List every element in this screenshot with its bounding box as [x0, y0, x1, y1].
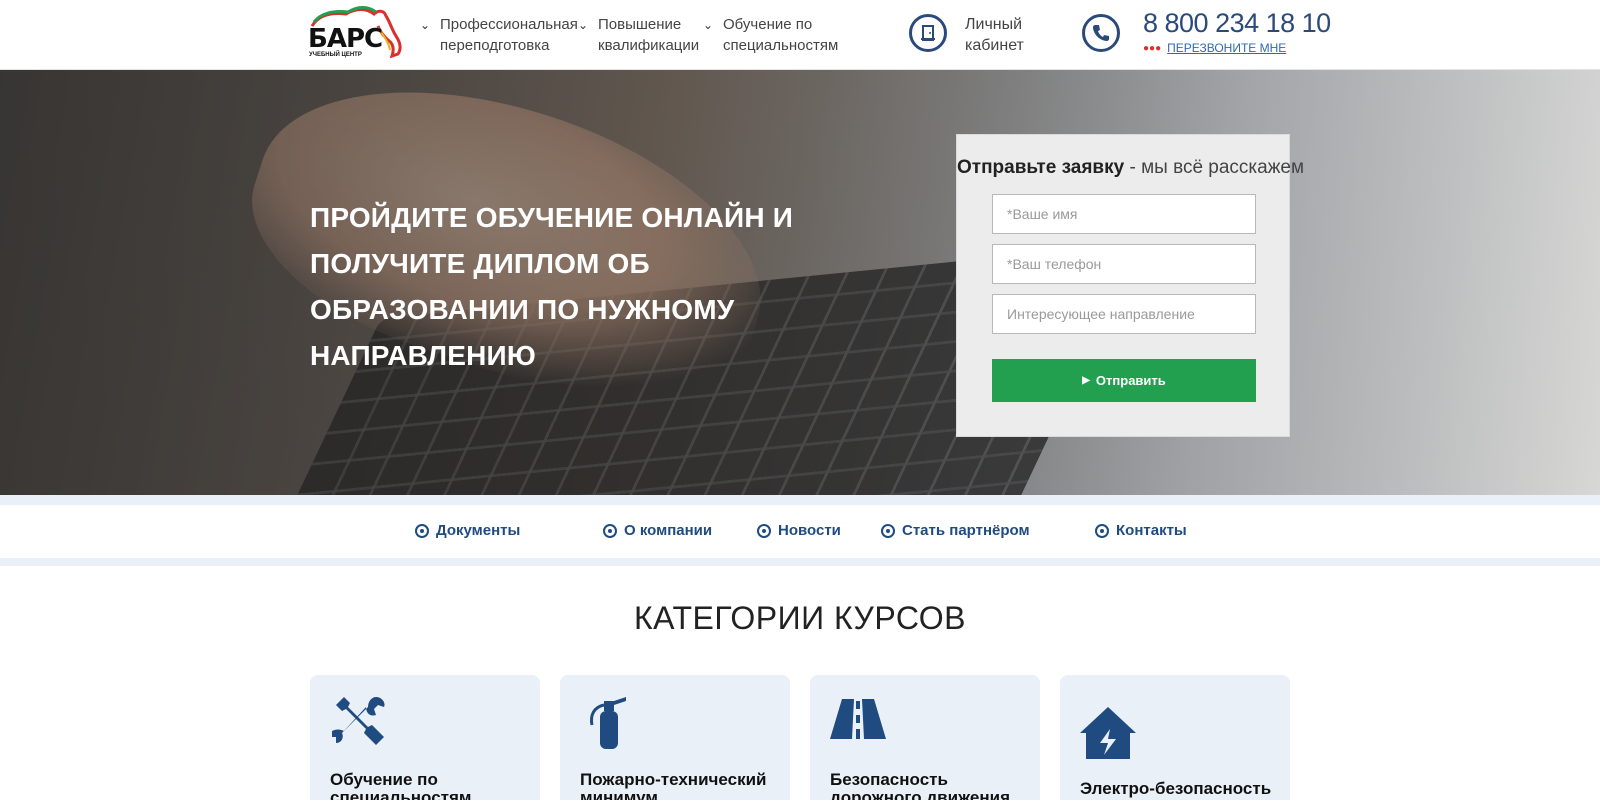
nav-label-line1: Обучение по: [723, 16, 813, 33]
category-line: Электро-безопасность: [1080, 779, 1272, 798]
chevron-down-icon: ⌄: [578, 18, 589, 32]
bullet-circle-icon: [415, 523, 429, 538]
logo-text: БАРС: [308, 24, 383, 54]
subnav-label: Контакты: [1116, 522, 1187, 539]
submit-label: Отправить: [1095, 373, 1166, 388]
bullet-circle-icon: [1095, 523, 1109, 538]
nav-label-line2: переподготовка: [440, 37, 550, 54]
nav-label-line2: специальностям: [723, 37, 839, 54]
fire-extinguisher-icon: [590, 697, 626, 749]
direction-input[interactable]: [992, 294, 1256, 334]
secondary-nav: Документы О компании Новости Стать партн…: [0, 505, 1600, 558]
category-card-specialty[interactable]: Обучение по специальностям: [310, 675, 540, 800]
bullet-circle-icon: [603, 523, 617, 538]
bullet-circle-icon: [881, 523, 895, 538]
category-line: Пожарно-технический: [580, 770, 767, 789]
logo-subtitle: УЧЕБНЫЙ ЦЕНТР: [309, 52, 362, 58]
chevron-down-icon: ⌄: [703, 18, 714, 32]
site-header: БАРС УЧЕБНЫЙ ЦЕНТР ⌄ Профессиональная пер…: [0, 0, 1600, 70]
road-icon: [830, 699, 886, 739]
subnav-bottom-band: [0, 558, 1600, 566]
form-title: Отправьте заявку - мы всё расскажем: [957, 157, 1304, 179]
chevron-down-icon: ⌄: [420, 18, 431, 32]
category-label: Пожарно-технический минимум: [580, 771, 780, 800]
nav-qualification-upgrade[interactable]: ⌄ Повышение квалификации: [578, 14, 699, 56]
callback-link[interactable]: ПЕРЕЗВОНИТЕ МНЕ: [1167, 41, 1286, 55]
form-title-rest: - мы всё расскажем: [1124, 157, 1305, 178]
hero-title-line: НАПРАВЛЕНИЮ: [310, 340, 536, 371]
cabinet-label-line1: Личный: [965, 16, 1023, 33]
subnav-news[interactable]: Новости: [757, 522, 841, 539]
category-card-road-safety[interactable]: Безопасность дорожного движения: [810, 675, 1040, 800]
hero-title-line: ПОЛУЧИТЕ ДИПЛОМ ОБ: [310, 248, 650, 279]
category-card-electrical-safety[interactable]: Электро-безопасность: [1060, 675, 1290, 800]
subnav-label: Стать партнёром: [902, 522, 1030, 539]
logo[interactable]: БАРС УЧЕБНЫЙ ЦЕНТР: [308, 6, 404, 60]
subnav-about[interactable]: О компании: [603, 522, 712, 539]
phone-icon[interactable]: [1082, 14, 1120, 52]
subnav-partner[interactable]: Стать партнёром: [881, 522, 1030, 539]
nav-label-line2: квалификации: [598, 37, 700, 54]
category-line: минимум: [580, 788, 658, 800]
phone-number[interactable]: 8 800 234 18 10: [1143, 8, 1331, 39]
tools-icon: [332, 697, 385, 745]
personal-cabinet-icon[interactable]: [909, 14, 947, 52]
category-line: дорожного движения: [830, 788, 1011, 800]
hero-title-line: ОБРАЗОВАНИИ ПО НУЖНОМУ: [310, 294, 735, 325]
category-card-fire-safety[interactable]: Пожарно-технический минимум: [560, 675, 790, 800]
category-line: Обучение по: [330, 770, 438, 789]
hero-title: ПРОЙДИТЕ ОБУЧЕНИЕ ОНЛАЙН И ПОЛУЧИТЕ ДИПЛ…: [310, 195, 830, 379]
personal-cabinet-link[interactable]: Личный кабинет: [965, 14, 1024, 56]
handset-icon: [1093, 25, 1109, 41]
bullet-circle-icon: [757, 523, 771, 538]
category-label: Безопасность дорожного движения: [830, 771, 1030, 800]
play-icon: ▶: [1082, 375, 1090, 386]
subnav-contacts[interactable]: Контакты: [1095, 522, 1187, 539]
subnav-label: Новости: [778, 522, 841, 539]
callback-dots-icon: ●●●: [1143, 42, 1162, 54]
cabinet-label-line2: кабинет: [965, 37, 1024, 54]
name-input[interactable]: [992, 194, 1256, 234]
phone-input[interactable]: [992, 244, 1256, 284]
subnav-documents[interactable]: Документы: [415, 522, 520, 539]
categories-title: КАТЕГОРИИ КУРСОВ: [634, 600, 966, 636]
nav-label-line1: Профессиональная: [440, 16, 578, 33]
request-form: Отправьте заявку - мы всё расскажем ▶ Отп…: [956, 134, 1304, 437]
category-label: Обучение по специальностям: [330, 771, 530, 800]
nav-label-line1: Повышение: [598, 16, 682, 33]
category-line: Безопасность: [830, 770, 948, 789]
submit-button[interactable]: ▶ Отправить: [992, 359, 1256, 402]
nav-specialty-training[interactable]: ⌄ Обучение по специальностям: [703, 14, 838, 56]
subnav-label: О компании: [624, 522, 713, 539]
category-line: специальностям: [330, 788, 472, 800]
category-label: Электро-безопасность: [1080, 780, 1280, 798]
form-title-bold: Отправьте заявку: [957, 157, 1125, 178]
subnav-label: Документы: [436, 522, 521, 539]
electric-house-icon: [1080, 707, 1136, 759]
door-icon: [921, 25, 935, 41]
hero-title-line: ПРОЙДИТЕ ОБУЧЕНИЕ ОНЛАЙН И: [310, 202, 794, 233]
subnav-top-band: [0, 495, 1600, 505]
callback-block: ●●● ПЕРЕЗВОНИТЕ МНЕ: [1143, 41, 1286, 55]
nav-professional-retraining[interactable]: ⌄ Профессиональная переподготовка: [420, 14, 578, 56]
